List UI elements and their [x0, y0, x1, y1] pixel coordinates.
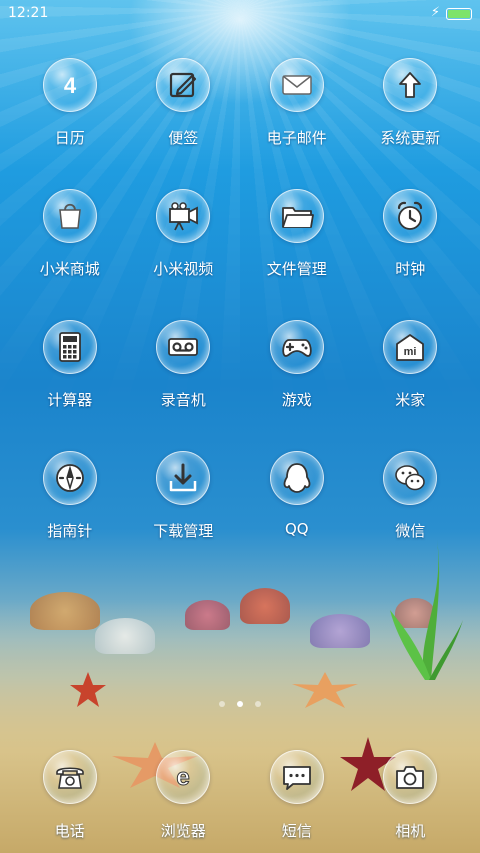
- app-recorder[interactable]: 录音机: [127, 320, 241, 451]
- page-indicator: [0, 701, 480, 707]
- app-mi-store[interactable]: 小米商城: [13, 189, 127, 320]
- app-label: 指南针: [47, 522, 93, 540]
- app-calculator[interactable]: 计算器: [13, 320, 127, 451]
- app-downloads[interactable]: 下载管理: [127, 451, 241, 582]
- app-label: 小米商城: [39, 260, 100, 278]
- app-mi-home[interactable]: mi 米家: [354, 320, 468, 451]
- app-label: 录音机: [160, 391, 206, 409]
- app-label: 短信: [281, 822, 312, 840]
- app-grid: 4 日历 便签 电子邮件 系统更新小米商城 小米视频 文件管理 时钟计算器 录音机 游戏 mi 米家指…: [13, 58, 467, 582]
- app-calendar[interactable]: 4 日历: [13, 58, 127, 189]
- wechat-icon: [383, 451, 438, 505]
- download-icon: [156, 451, 211, 505]
- app-messages[interactable]: 短信: [240, 750, 354, 841]
- app-compass[interactable]: 指南针: [13, 451, 127, 582]
- page-dot[interactable]: [255, 701, 261, 707]
- app-label: 米家: [395, 391, 426, 409]
- dock: 电话 e 浏览器 短信 相机: [13, 750, 467, 841]
- app-camera[interactable]: 相机: [354, 750, 468, 841]
- app-label: 电话: [54, 822, 85, 840]
- app-email[interactable]: 电子邮件: [240, 58, 354, 189]
- message-icon: [269, 750, 324, 804]
- page-dot[interactable]: [237, 701, 243, 707]
- app-system-update[interactable]: 系统更新: [354, 58, 468, 189]
- calculator-icon: [42, 320, 97, 374]
- browser-icon: e: [156, 750, 211, 804]
- compass-icon: [42, 451, 97, 505]
- notes-icon: [156, 58, 211, 112]
- mi-home-logo-text: mi: [404, 346, 417, 358]
- app-wechat[interactable]: 微信: [354, 451, 468, 582]
- app-notes[interactable]: 便签: [127, 58, 241, 189]
- gamepad-icon: [269, 320, 324, 374]
- app-label: 小米视频: [153, 260, 214, 278]
- camera-icon: [383, 750, 438, 804]
- alarm-clock-icon: [383, 189, 438, 243]
- calendar-day-text: 4: [64, 73, 77, 98]
- app-label: 系统更新: [380, 129, 441, 147]
- battery-icon: [446, 8, 472, 20]
- app-label: 下载管理: [153, 522, 214, 540]
- app-browser[interactable]: e 浏览器: [127, 750, 241, 841]
- app-qq[interactable]: QQ: [240, 451, 354, 582]
- app-label: 微信: [395, 522, 426, 540]
- app-label: 计算器: [47, 391, 93, 409]
- app-file-manager[interactable]: 文件管理: [240, 189, 354, 320]
- app-label: QQ: [284, 520, 309, 538]
- app-label: 日历: [54, 129, 85, 147]
- browser-logo-text: e: [177, 764, 190, 791]
- page-dot[interactable]: [219, 701, 225, 707]
- movie-camera-icon: [156, 189, 211, 243]
- app-label: 便签: [168, 129, 199, 147]
- charging-icon: ⚡: [430, 5, 440, 20]
- arrow-up-icon: [383, 58, 438, 112]
- app-label: 浏览器: [160, 822, 206, 840]
- calendar-icon: 4: [42, 58, 97, 112]
- mi-home-icon: mi: [383, 320, 438, 374]
- app-label: 游戏: [281, 391, 312, 409]
- folder-icon: [269, 189, 324, 243]
- status-bar: 12:21 ⚡: [0, 0, 480, 28]
- telephone-icon: [42, 750, 97, 804]
- mail-icon: [269, 58, 324, 112]
- app-phone[interactable]: 电话: [13, 750, 127, 841]
- status-time: 12:21: [8, 5, 49, 21]
- penguin-icon: [269, 451, 324, 505]
- app-label: 电子邮件: [266, 129, 327, 147]
- app-mi-video[interactable]: 小米视频: [127, 189, 241, 320]
- app-label: 时钟: [395, 260, 426, 278]
- app-label: 相机: [395, 822, 426, 840]
- app-label: 文件管理: [266, 260, 327, 278]
- app-clock[interactable]: 时钟: [354, 189, 468, 320]
- app-games[interactable]: 游戏: [240, 320, 354, 451]
- shopping-bag-icon: [42, 189, 97, 243]
- recorder-icon: [156, 320, 211, 374]
